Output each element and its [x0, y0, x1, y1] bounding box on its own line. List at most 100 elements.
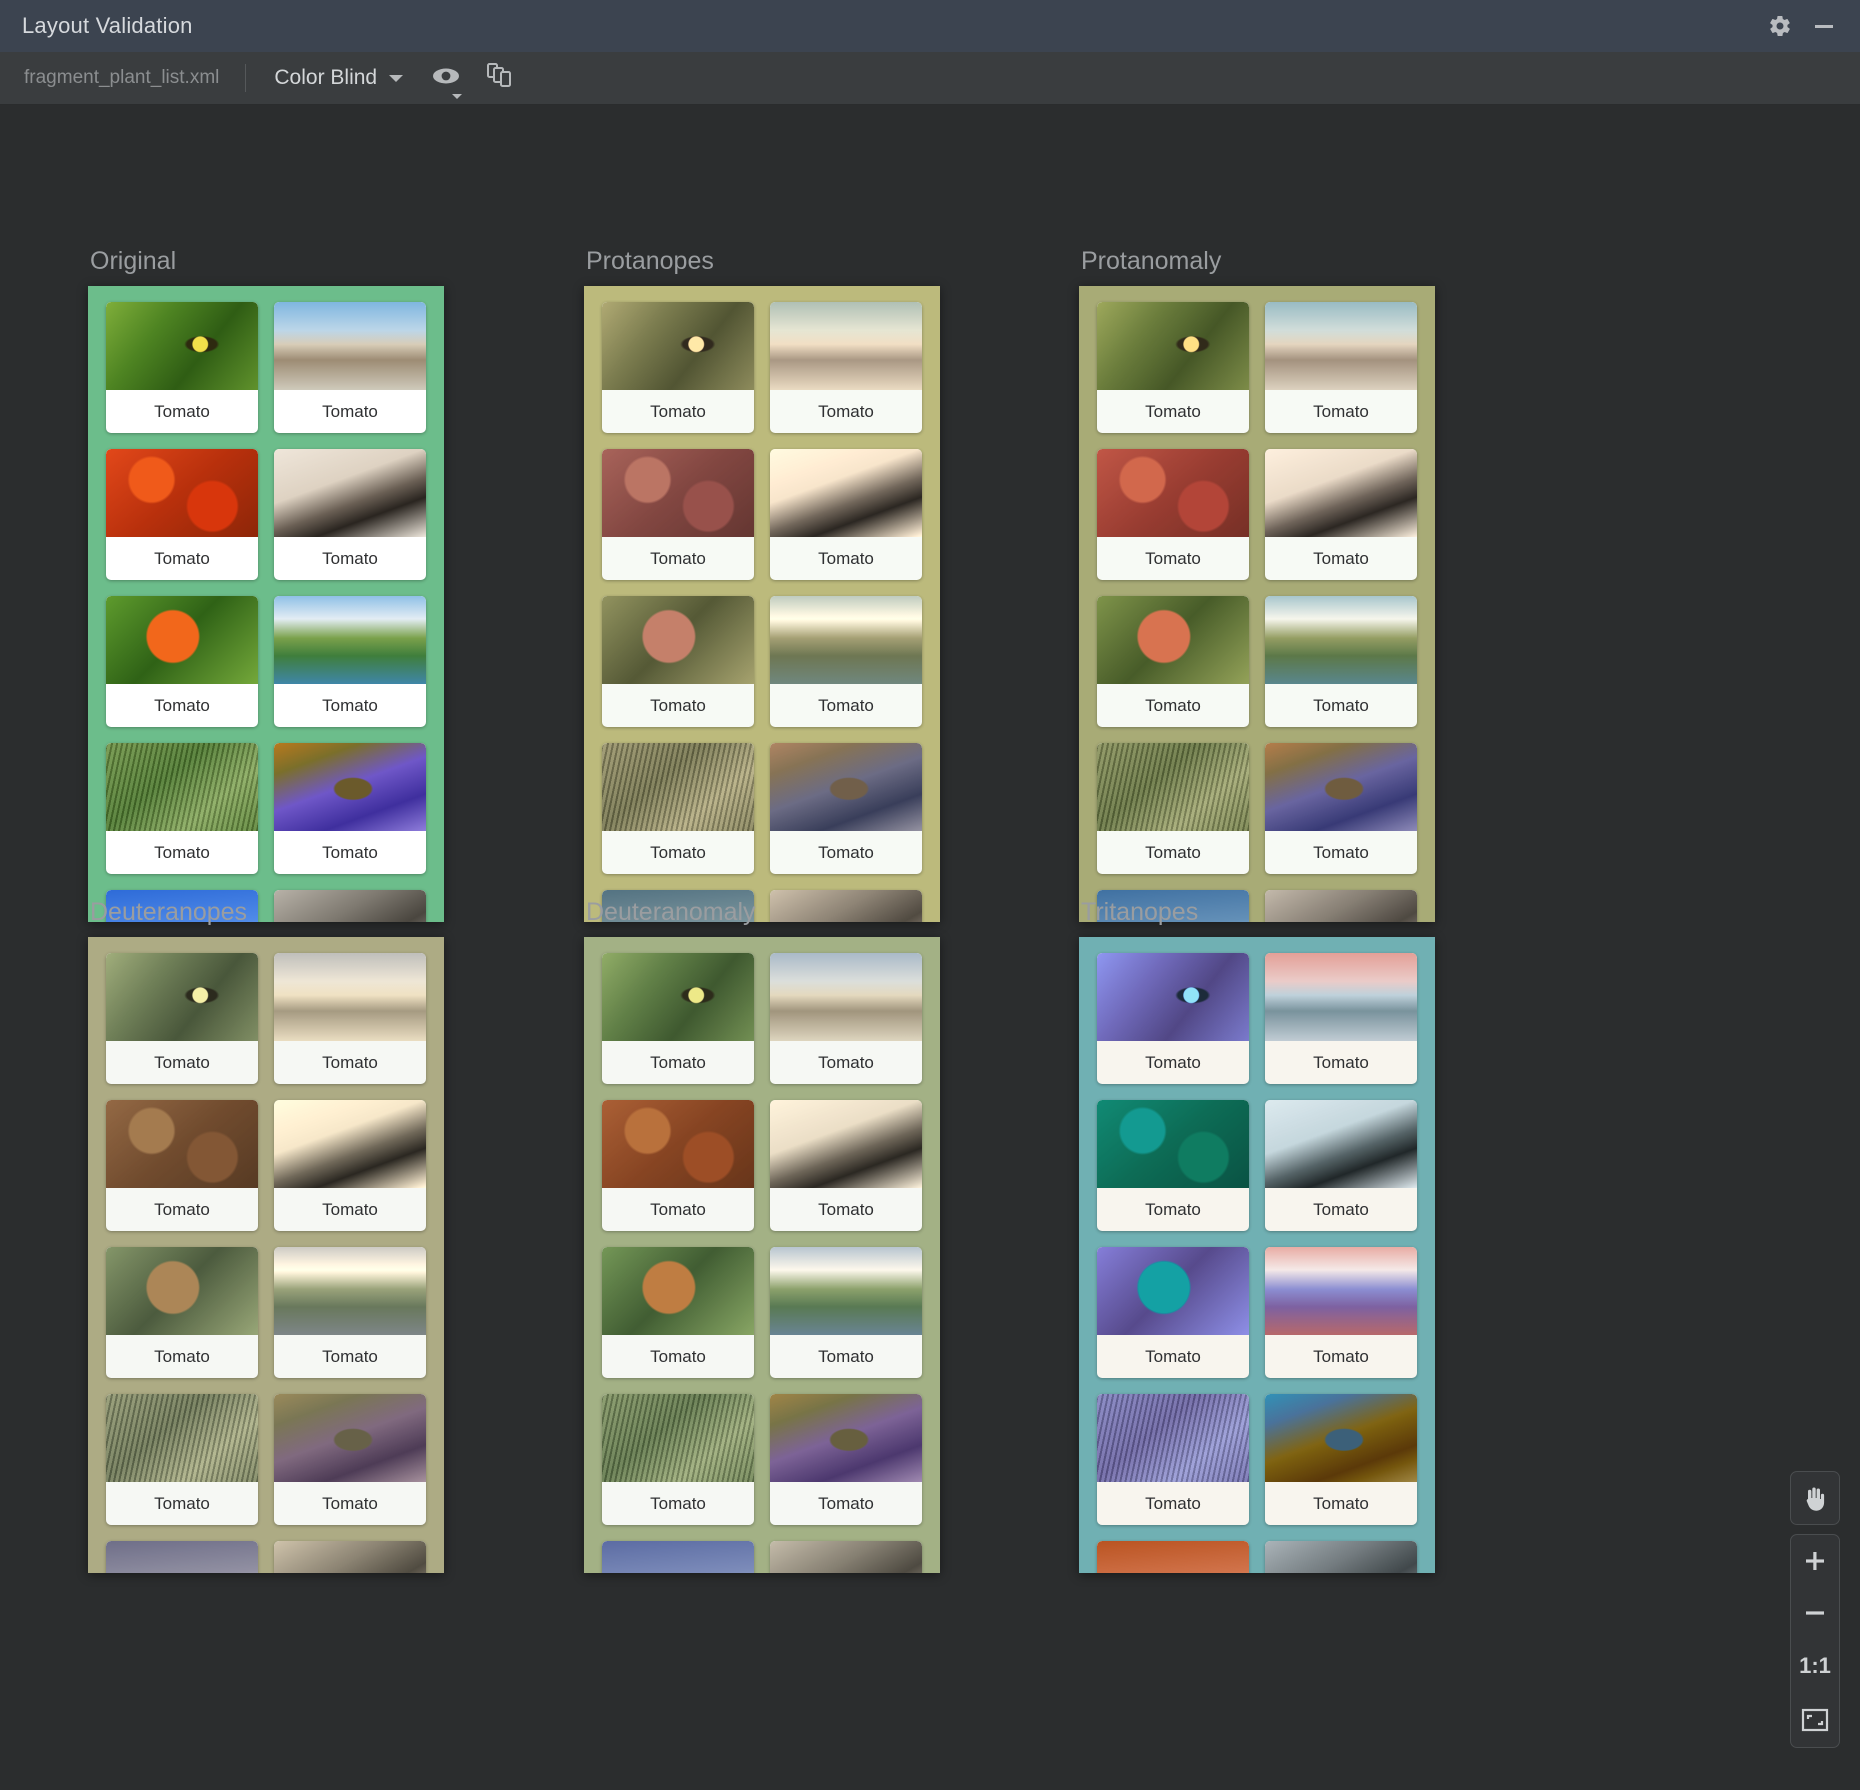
list-item[interactable]: Tomato [106, 302, 258, 433]
list-item[interactable]: Tomato [106, 1541, 258, 1573]
device-frame[interactable]: TomatoTomatoTomatoTomatoTomatoTomatoToma… [1079, 286, 1435, 922]
list-item[interactable]: Tomato [602, 1247, 754, 1378]
list-item[interactable]: Tomato [274, 953, 426, 1084]
device-frame[interactable]: TomatoTomatoTomatoTomatoTomatoTomatoToma… [1079, 937, 1435, 1573]
list-item[interactable]: Tomato [602, 953, 754, 1084]
list-item[interactable]: Tomato [770, 743, 922, 874]
list-item[interactable]: Tomato [274, 1394, 426, 1525]
minimize-icon [1811, 13, 1837, 39]
duplicate-layers-button[interactable] [483, 61, 517, 95]
preview-deuteranomaly[interactable]: DeuteranomalyTomatoTomatoTomatoTomatoTom… [584, 898, 940, 1573]
list-item[interactable]: Tomato [770, 596, 922, 727]
list-item[interactable]: Tomato [602, 1100, 754, 1231]
visibility-toggle-button[interactable] [429, 61, 463, 95]
device-frame[interactable]: TomatoTomatoTomatoTomatoTomatoTomatoToma… [584, 286, 940, 922]
preview-protanopes[interactable]: ProtanopesTomatoTomatoTomatoTomatoTomato… [584, 247, 940, 922]
pan-hand-icon [1802, 1484, 1828, 1512]
list-item[interactable]: Tomato [106, 743, 258, 874]
list-item[interactable]: Tomato [1265, 449, 1417, 580]
list-item[interactable]: Tomato [1265, 1541, 1417, 1573]
list-item[interactable]: Tomato [274, 1541, 426, 1573]
plant-name-label: Tomato [1097, 684, 1249, 727]
plant-name-label: Tomato [1265, 1188, 1417, 1231]
plant-name-label: Tomato [106, 831, 258, 874]
list-item[interactable]: Tomato [1097, 953, 1249, 1084]
list-item[interactable]: Tomato [1097, 596, 1249, 727]
list-item[interactable]: Tomato [1097, 1100, 1249, 1231]
settings-button[interactable] [1758, 4, 1802, 48]
plant-thumbnail [770, 743, 922, 831]
device-frame[interactable]: TomatoTomatoTomatoTomatoTomatoTomatoToma… [88, 937, 444, 1573]
list-item[interactable]: Tomato [106, 953, 258, 1084]
actual-size-button[interactable]: 1:1 [1791, 1639, 1839, 1693]
list-item[interactable]: Tomato [1097, 449, 1249, 580]
plant-thumbnail [274, 1100, 426, 1188]
fit-to-screen-button[interactable] [1791, 1693, 1839, 1747]
list-item[interactable]: Tomato [1265, 596, 1417, 727]
preview-deuteranopes[interactable]: DeuteranopesTomatoTomatoTomatoTomatoToma… [88, 898, 444, 1573]
list-item[interactable]: Tomato [106, 1247, 258, 1378]
list-item[interactable]: Tomato [770, 1247, 922, 1378]
plant-thumbnail [770, 1394, 922, 1482]
list-item[interactable]: Tomato [1265, 302, 1417, 433]
list-item[interactable]: Tomato [1097, 743, 1249, 874]
list-item[interactable]: Tomato [1265, 1247, 1417, 1378]
list-item[interactable]: Tomato [1097, 1394, 1249, 1525]
list-item[interactable]: Tomato [1265, 743, 1417, 874]
list-item[interactable]: Tomato [770, 449, 922, 580]
minimize-button[interactable] [1802, 4, 1846, 48]
list-item[interactable]: Tomato [1265, 953, 1417, 1084]
plant-name-label: Tomato [602, 390, 754, 433]
list-item[interactable]: Tomato [770, 302, 922, 433]
list-item[interactable]: Tomato [274, 596, 426, 727]
plant-thumbnail [274, 953, 426, 1041]
list-item[interactable]: Tomato [1265, 1100, 1417, 1231]
device-frame[interactable]: TomatoTomatoTomatoTomatoTomatoTomatoToma… [88, 286, 444, 922]
list-item[interactable]: Tomato [770, 1394, 922, 1525]
list-item[interactable]: Tomato [106, 596, 258, 727]
plant-name-label: Tomato [1097, 831, 1249, 874]
list-item[interactable]: Tomato [770, 1100, 922, 1231]
device-frame[interactable]: TomatoTomatoTomatoTomatoTomatoTomatoToma… [584, 937, 940, 1573]
preview-canvas[interactable]: 1:1 OriginalTomatoTomatoTomatoTomatoToma… [0, 105, 1860, 1790]
list-item[interactable]: Tomato [274, 1247, 426, 1378]
list-item[interactable]: Tomato [1265, 1394, 1417, 1525]
validation-mode-dropdown[interactable]: Color Blind [268, 62, 409, 94]
list-item[interactable]: Tomato [274, 1100, 426, 1231]
plant-name-label: Tomato [770, 831, 922, 874]
zoom-controls: 1:1 [1790, 1471, 1840, 1748]
list-item[interactable]: Tomato [1097, 1541, 1249, 1573]
zoom-in-button[interactable] [1791, 1535, 1839, 1587]
zoom-out-button[interactable] [1791, 1587, 1839, 1639]
plant-name-label: Tomato [106, 1041, 258, 1084]
plant-name-label: Tomato [274, 1335, 426, 1378]
list-item[interactable]: Tomato [602, 1541, 754, 1573]
list-item[interactable]: Tomato [602, 743, 754, 874]
list-item[interactable]: Tomato [602, 449, 754, 580]
plant-thumbnail [106, 596, 258, 684]
pan-tool-button[interactable] [1791, 1472, 1839, 1524]
plant-thumbnail [106, 743, 258, 831]
list-item[interactable]: Tomato [602, 596, 754, 727]
preview-tritanopes[interactable]: TritanopesTomatoTomatoTomatoTomatoTomato… [1079, 898, 1435, 1573]
list-item[interactable]: Tomato [1097, 1247, 1249, 1378]
list-item[interactable]: Tomato [770, 1541, 922, 1573]
list-item[interactable]: Tomato [274, 743, 426, 874]
preview-protanomaly[interactable]: ProtanomalyTomatoTomatoTomatoTomatoTomat… [1079, 247, 1435, 922]
list-item[interactable]: Tomato [106, 1394, 258, 1525]
list-item[interactable]: Tomato [106, 1100, 258, 1231]
plant-thumbnail [274, 1394, 426, 1482]
eye-icon [431, 65, 461, 92]
list-item[interactable]: Tomato [106, 449, 258, 580]
plant-thumbnail [1265, 596, 1417, 684]
list-item[interactable]: Tomato [274, 449, 426, 580]
plant-name-label: Tomato [106, 684, 258, 727]
list-item[interactable]: Tomato [1097, 302, 1249, 433]
preview-original[interactable]: OriginalTomatoTomatoTomatoTomatoTomatoTo… [88, 247, 444, 922]
window-title-bar: Layout Validation [0, 0, 1860, 52]
list-item[interactable]: Tomato [274, 302, 426, 433]
plant-name-label: Tomato [602, 1335, 754, 1378]
list-item[interactable]: Tomato [602, 302, 754, 433]
list-item[interactable]: Tomato [770, 953, 922, 1084]
list-item[interactable]: Tomato [602, 1394, 754, 1525]
